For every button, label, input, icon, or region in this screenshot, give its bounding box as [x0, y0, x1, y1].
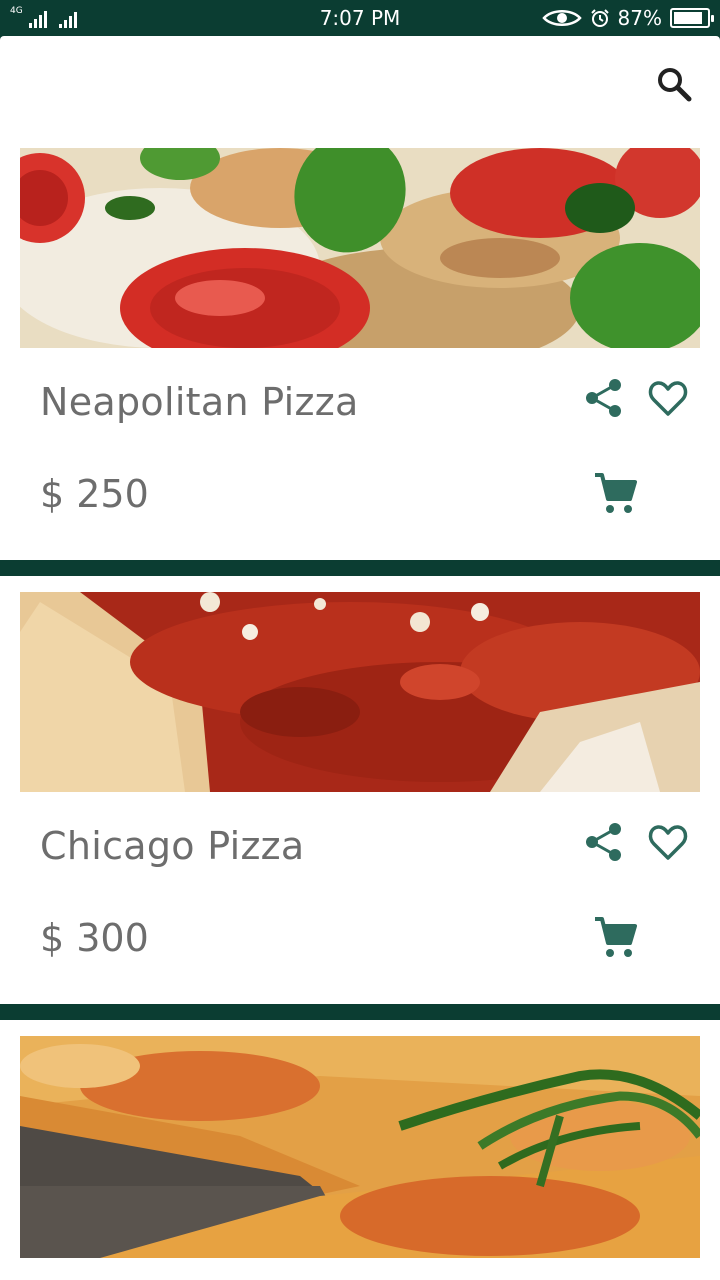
product-image[interactable]	[20, 592, 700, 792]
add-to-cart-button[interactable]	[590, 912, 640, 962]
chicago-pizza-photo	[20, 592, 700, 792]
app-bar	[0, 36, 720, 132]
share-button[interactable]	[582, 820, 626, 864]
cheese-pizza-photo	[20, 1036, 700, 1258]
status-right: 87%	[541, 6, 714, 30]
search-icon	[658, 68, 692, 102]
battery-percent: 87%	[617, 6, 662, 30]
product-price: $ 250	[40, 472, 149, 516]
shopping-cart-icon	[595, 473, 637, 513]
product-card[interactable]: Chicago Pizza $ 300	[0, 576, 720, 1004]
add-to-cart-button[interactable]	[590, 468, 640, 518]
product-name: Chicago Pizza	[40, 824, 305, 868]
favorite-button[interactable]	[646, 820, 690, 864]
search-button[interactable]	[654, 64, 694, 104]
battery-icon	[670, 8, 714, 28]
status-bar: 4G 7:07 PM 87%	[0, 0, 720, 36]
heart-outline-icon	[648, 825, 688, 860]
share-icon	[586, 379, 621, 417]
product-image[interactable]	[20, 1036, 700, 1258]
product-card[interactable]: Neapolitan Pizza $ 250	[0, 132, 720, 560]
share-button[interactable]	[582, 376, 626, 420]
product-price: $ 300	[40, 916, 149, 960]
neapolitan-pizza-photo	[20, 148, 700, 348]
favorite-button[interactable]	[646, 376, 690, 420]
alarm-icon	[590, 9, 609, 27]
shopping-cart-icon	[595, 917, 637, 957]
product-card[interactable]	[0, 1020, 720, 1280]
heart-outline-icon	[648, 381, 688, 416]
share-icon	[586, 823, 621, 861]
eye-icon	[541, 10, 582, 26]
product-image[interactable]	[20, 148, 700, 348]
product-name: Neapolitan Pizza	[40, 380, 359, 424]
battery-fill	[674, 12, 702, 24]
